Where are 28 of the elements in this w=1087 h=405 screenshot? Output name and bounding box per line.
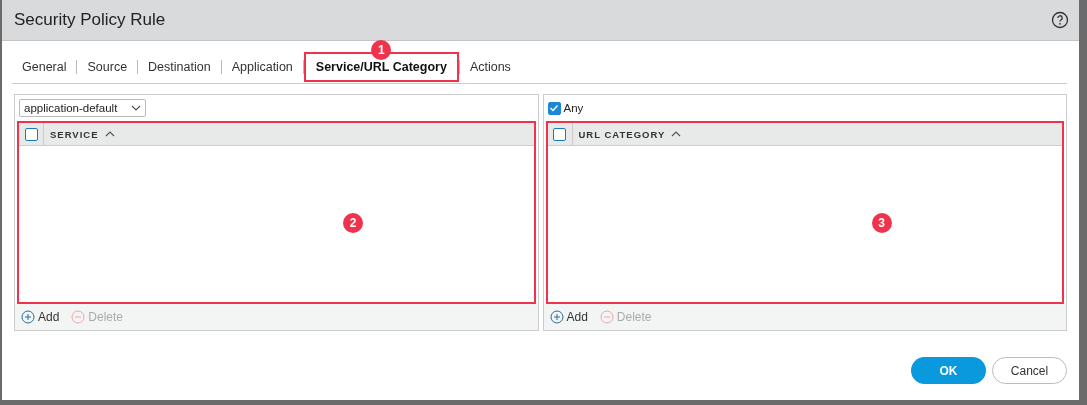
any-label: Any: [563, 102, 584, 114]
callout-badge: 1: [371, 40, 392, 60]
add-button[interactable]: Add: [549, 310, 588, 324]
tab[interactable]: General: [12, 54, 77, 80]
tab[interactable]: Source: [77, 54, 138, 80]
callout-badge: 2: [343, 212, 364, 233]
plus-circle-icon: [21, 310, 35, 324]
checkbox[interactable]: [553, 127, 566, 141]
minus-circle-icon: [71, 310, 86, 324]
window-title: Security Policy Rule: [14, 10, 166, 30]
callout-badge: 3: [871, 212, 892, 233]
cancel-button[interactable]: Cancel: [992, 357, 1067, 384]
minus-circle-icon: [599, 310, 614, 324]
plus-circle-icon: [549, 310, 564, 324]
checkbox[interactable]: [24, 127, 38, 141]
column-header[interactable]: URL CATEGORY: [572, 128, 682, 140]
tab[interactable]: Service/URL Category: [305, 54, 457, 80]
checkbox[interactable]: [547, 101, 561, 115]
add-button[interactable]: Add: [21, 310, 60, 324]
help-icon[interactable]: [1051, 11, 1069, 29]
column-header[interactable]: SERVICE: [44, 128, 115, 140]
sort-up-icon[interactable]: [671, 131, 682, 137]
chevron-down-icon: [131, 105, 142, 111]
service-dropdown[interactable]: application-default: [19, 99, 147, 117]
sort-up-icon[interactable]: [104, 131, 115, 137]
tab[interactable]: Application: [221, 54, 303, 80]
tab[interactable]: Actions: [459, 54, 521, 80]
tab[interactable]: Destination: [138, 54, 221, 80]
